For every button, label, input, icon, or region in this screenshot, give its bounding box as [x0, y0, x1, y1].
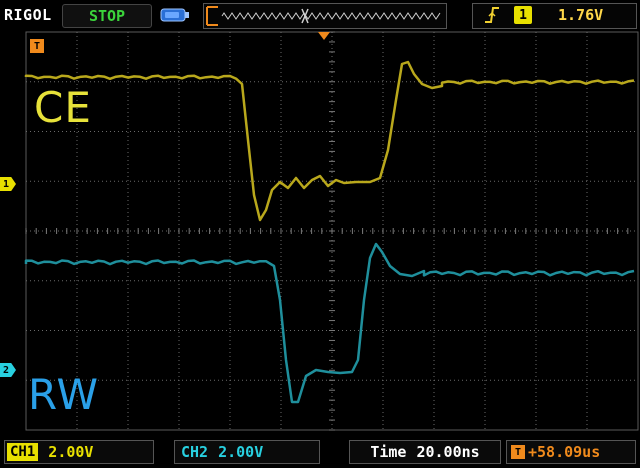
ch1-trace-label: CE: [34, 83, 92, 132]
timebase-label: Time: [370, 443, 407, 461]
status-bar-bottom: CH1 2.00V CH2 2.00V Time 20.00ns T + 58.…: [0, 434, 640, 468]
run-stop-indicator[interactable]: STOP: [62, 4, 152, 28]
trigger-offset-box[interactable]: T + 58.09us: [506, 440, 636, 464]
ch2-trace-label: RW: [28, 370, 100, 419]
trigger-offset-value: 58.09us: [537, 443, 601, 461]
trigger-source-badge: 1: [514, 6, 532, 24]
trigger-position-icon: [318, 32, 330, 40]
ch1-trace: [24, 60, 635, 222]
brand-logo: RIGOL: [4, 6, 52, 24]
trigger-offset-icon: T: [511, 445, 525, 459]
ch2-tag: CH2: [181, 443, 209, 461]
status-bar-top: RIGOL STOP 1 1.76V: [0, 0, 640, 30]
rising-edge-icon: [485, 7, 499, 23]
ch2-scale-value: 2.00V: [218, 443, 264, 461]
timebase-value: 20.00ns: [416, 443, 480, 461]
memory-depth-strip[interactable]: [203, 3, 447, 29]
ch1-tag: CH1: [7, 443, 39, 461]
trigger-offset-prefix: +: [528, 443, 538, 461]
ch1-scale-box[interactable]: CH1 2.00V: [4, 440, 154, 464]
waveform-screen[interactable]: T 1 2 CE RW: [0, 30, 640, 434]
ch2-scale-box[interactable]: CH2 2.00V: [174, 440, 320, 464]
ch1-scale-value: 2.00V: [48, 443, 94, 461]
timebase-box[interactable]: Time 20.00ns: [349, 440, 501, 464]
trigger-level-value: 1.76V: [558, 6, 604, 24]
trigger-level-icon: T: [30, 39, 44, 53]
ch2-trace: [24, 242, 635, 404]
usb-stick-icon: [160, 8, 189, 22]
